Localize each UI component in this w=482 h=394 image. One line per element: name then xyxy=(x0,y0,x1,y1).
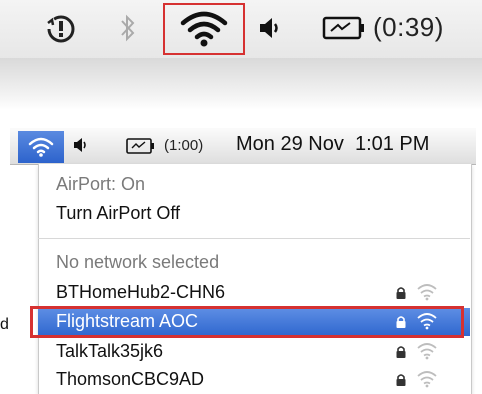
battery-icon[interactable] xyxy=(320,6,368,50)
network-name: TalkTalk35jk6 xyxy=(56,341,164,361)
battery-time: (0:39) xyxy=(373,12,444,42)
alert-icon[interactable] xyxy=(38,6,84,50)
networks-header: No network selected xyxy=(56,252,220,272)
lock-icon xyxy=(396,346,406,358)
volume-icon[interactable] xyxy=(72,136,90,159)
network-item-thomson[interactable]: ThomsonCBC9AD xyxy=(38,366,470,394)
cropped-text: d xyxy=(0,316,9,333)
menu-separator xyxy=(38,238,470,239)
airport-status: AirPort: On xyxy=(56,174,146,194)
menubar-shadow xyxy=(0,58,482,110)
turn-airport-off-item[interactable]: Turn AirPort Off xyxy=(56,203,180,224)
wifi-signal-icon xyxy=(417,284,437,301)
volume-icon[interactable] xyxy=(252,6,288,50)
wifi-icon xyxy=(28,137,54,157)
wifi-signal-icon xyxy=(417,343,437,360)
wifi-signal-icon xyxy=(417,371,437,388)
battery-icon[interactable] xyxy=(126,137,156,160)
wifi-icon[interactable] xyxy=(163,3,245,55)
battery-time: (1:00) xyxy=(164,137,204,154)
lock-icon xyxy=(396,287,406,299)
highlight-outline xyxy=(30,306,464,338)
network-name: BTHomeHub2-CHN6 xyxy=(56,282,226,302)
network-item-talktalk[interactable]: TalkTalk35jk6 xyxy=(38,338,470,366)
bluetooth-icon[interactable] xyxy=(110,6,146,50)
network-item-bthomehub2[interactable]: BTHomeHub2-CHN6 xyxy=(38,279,470,307)
lock-icon xyxy=(396,374,406,386)
network-name: ThomsonCBC9AD xyxy=(56,369,205,389)
menubar-clock[interactable]: Mon 29 Nov 1:01 PM xyxy=(236,133,429,156)
wifi-menu-button[interactable] xyxy=(18,131,64,163)
